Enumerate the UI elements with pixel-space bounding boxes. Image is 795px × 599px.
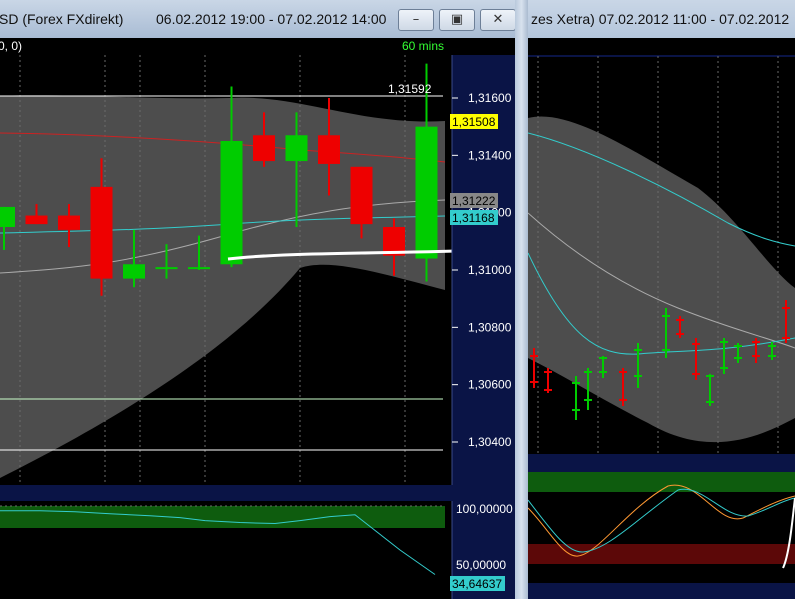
price-tick-label: 1,31600 [468, 91, 512, 105]
oscillator-overbought-zone [0, 506, 445, 528]
pane-separator [0, 485, 515, 501]
right-overbought-zone [528, 472, 795, 492]
candle-body [220, 141, 243, 265]
restore-button[interactable]: ▣ [439, 9, 475, 31]
right-window-title: zes Xetra) 07.02.2012 11:00 - 07.02.2012 [531, 11, 790, 27]
candle-body [155, 267, 178, 270]
osc-tick-50: 50,00000 [456, 558, 506, 572]
close-icon: ✕ [492, 12, 504, 27]
candle-body [350, 166, 373, 225]
osc-last-label: 34,64637 [452, 577, 502, 591]
window-title-range: 06.02.2012 19:00 - 07.02.2012 14:00 [156, 11, 387, 27]
right-price-chart[interactable] [528, 38, 795, 599]
right-pane-separator [528, 454, 795, 472]
left-chart-window: SD (Forex FXdirekt) 06.02.2012 19:00 - 0… [0, 0, 515, 599]
minimize-icon: – [412, 12, 420, 27]
candle-body [58, 215, 80, 230]
high-price-label: 1,31592 [388, 82, 432, 96]
price-tick-label: 1,31400 [468, 148, 512, 162]
candle-body [90, 186, 113, 279]
price-chart[interactable]: 0, 0) 60 mins 1,316001,314001,312001,310… [0, 38, 515, 599]
price-tick-label: 1,31000 [468, 263, 512, 277]
right-window-titlebar[interactable]: zes Xetra) 07.02.2012 11:00 - 07.02.2012 [528, 0, 795, 38]
candle-body [123, 264, 145, 279]
left-window-titlebar[interactable]: SD (Forex FXdirekt) 06.02.2012 19:00 - 0… [0, 0, 515, 38]
osc-tick-100: 100,00000 [456, 502, 513, 516]
ma-cyan-price-label: 1,31168 [452, 211, 495, 225]
candle-body [188, 267, 210, 270]
candle-body [0, 206, 15, 227]
candle-body [285, 135, 308, 162]
restore-icon: ▣ [450, 12, 464, 27]
window-title-instrument: SD (Forex FXdirekt) [0, 11, 124, 27]
ma-gray-price-label: 1,31222 [452, 194, 496, 208]
minimize-button[interactable]: – [398, 9, 434, 31]
interval-label: 60 mins [402, 39, 444, 53]
window-border[interactable] [515, 0, 528, 599]
candle-body [25, 215, 48, 225]
candle-body [415, 126, 438, 259]
last-price-label: 1,31508 [452, 115, 496, 129]
right-chart-window: zes Xetra) 07.02.2012 11:00 - 07.02.2012 [528, 0, 795, 599]
candle-body [253, 135, 275, 162]
price-tick-label: 1,30800 [468, 320, 512, 334]
indicator-params: 0, 0) [0, 39, 22, 53]
price-tick-label: 1,30600 [468, 378, 512, 392]
price-tick-label: 1,30400 [468, 435, 512, 449]
candle-body [318, 135, 340, 164]
close-button[interactable]: ✕ [480, 9, 515, 31]
